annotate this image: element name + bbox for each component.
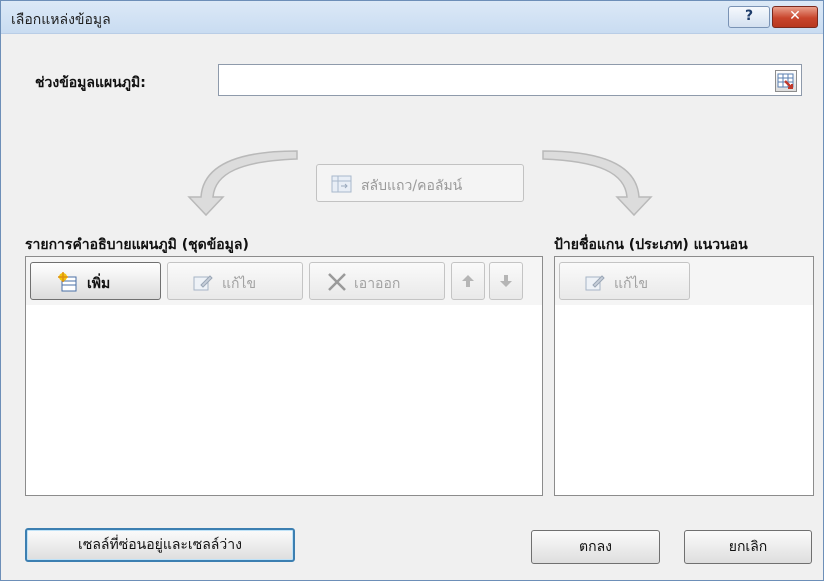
arrow-up-icon bbox=[462, 275, 474, 287]
legend-entries-list[interactable] bbox=[26, 305, 542, 495]
chart-data-range-label: ช่วงข้อมูลแผนภูมิ: bbox=[35, 75, 146, 91]
title-bar: เลือกแหล่งข้อมูล ? ✕ bbox=[1, 1, 823, 34]
close-button[interactable]: ✕ bbox=[772, 6, 818, 28]
help-button[interactable]: ? bbox=[728, 6, 770, 28]
curved-arrow-right-icon bbox=[542, 150, 653, 217]
legend-entries-panel: เพิ่ม แก้ไข เอาออก bbox=[25, 256, 543, 496]
switch-row-column-icon bbox=[331, 175, 352, 193]
axis-labels-list[interactable] bbox=[555, 305, 813, 495]
arrow-down-icon bbox=[500, 275, 512, 287]
question-mark-icon: ? bbox=[744, 8, 754, 24]
add-series-button[interactable]: เพิ่ม bbox=[30, 262, 161, 300]
add-new-icon bbox=[58, 272, 77, 292]
curved-arrow-left-icon bbox=[187, 150, 298, 217]
edit-axis-labels-button[interactable]: แก้ไข bbox=[559, 262, 690, 300]
cancel-button[interactable]: ยกเลิก bbox=[684, 530, 812, 564]
decorative-curved-arrows bbox=[187, 150, 653, 217]
edit-icon bbox=[193, 275, 213, 291]
move-down-button[interactable] bbox=[489, 262, 523, 300]
axis-labels-heading: ป้ายชื่อแกน (ประเภท) แนวนอน bbox=[554, 237, 748, 253]
remove-series-button[interactable]: เอาออก bbox=[309, 262, 445, 300]
switch-row-column-button[interactable]: สลับแถว/คอลัมน์ bbox=[316, 164, 524, 202]
chart-data-range-input[interactable] bbox=[218, 64, 802, 96]
range-selector-icon bbox=[777, 73, 794, 89]
edit-series-label: แก้ไข bbox=[222, 276, 257, 292]
edit-axis-labels-label: แก้ไข bbox=[614, 276, 649, 292]
close-icon: ✕ bbox=[789, 8, 801, 24]
axis-labels-panel: แก้ไข bbox=[554, 256, 814, 496]
select-data-source-dialog: เลือกแหล่งข้อมูล ? ✕ ช่วงข้อมูลแผนภูมิ: bbox=[0, 0, 824, 581]
edit-icon bbox=[585, 275, 605, 291]
legend-entries-heading: รายการคำอธิบายแผนภูมิ (ชุดข้อมูล) bbox=[25, 237, 249, 253]
move-up-button[interactable] bbox=[451, 262, 485, 300]
remove-series-label: เอาออก bbox=[354, 276, 401, 292]
remove-x-icon bbox=[328, 273, 346, 291]
edit-series-button[interactable]: แก้ไข bbox=[167, 262, 303, 300]
ok-button[interactable]: ตกลง bbox=[531, 530, 660, 564]
switch-row-column-label: สลับแถว/คอลัมน์ bbox=[361, 178, 463, 194]
window-title: เลือกแหล่งข้อมูล bbox=[11, 12, 111, 28]
range-selector-button[interactable] bbox=[775, 70, 797, 92]
add-series-label: เพิ่ม bbox=[87, 276, 111, 292]
hidden-empty-cells-button[interactable]: เซลล์ที่ซ่อนอยู่และเซลล์ว่าง bbox=[25, 528, 295, 562]
